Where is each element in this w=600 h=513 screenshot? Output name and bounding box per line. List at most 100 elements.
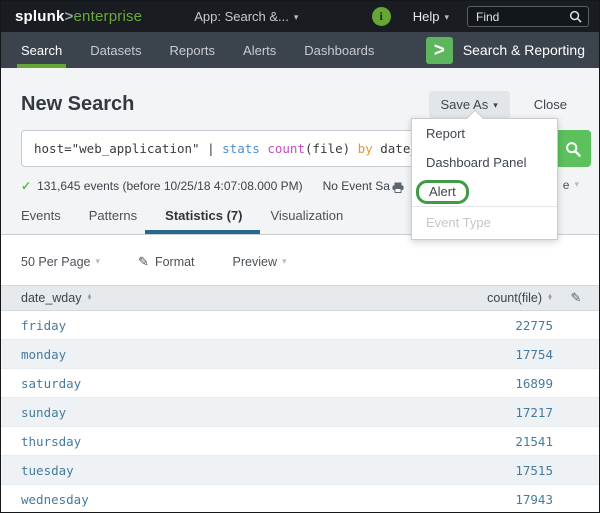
nav-item-search[interactable]: Search [7, 32, 76, 68]
event-sampling-menu[interactable]: No Event Sa [323, 179, 404, 193]
cell-count[interactable]: 17515 [277, 456, 553, 485]
chevron-down-icon: ▾ [294, 12, 299, 22]
column-header-edit[interactable]: ✎ [553, 286, 599, 311]
query-seg-plain: (file) [305, 141, 358, 156]
nav-item-dashboards[interactable]: Dashboards [290, 32, 388, 68]
cell-count[interactable]: 17754 [277, 340, 553, 369]
cell-date-wday[interactable]: thursday [1, 427, 277, 456]
cell-edit [553, 340, 599, 369]
splunk-logo[interactable]: splunk>enterprise [15, 8, 142, 25]
splunk-window: splunk>enterprise App: Search &...▾ i He… [0, 0, 600, 513]
per-page-menu[interactable]: 50 Per Page ▾ [21, 255, 100, 269]
close-button[interactable]: Close [534, 97, 567, 112]
chevron-down-icon: ▾ [493, 100, 498, 110]
search-icon[interactable] [569, 10, 582, 23]
query-seg-plain: host="web_application" | [34, 141, 222, 156]
tab-events[interactable]: Events [21, 197, 75, 234]
cell-date-wday[interactable]: tuesday [1, 456, 277, 485]
cell-date-wday[interactable]: wednesday [1, 485, 277, 513]
app-identity: > Search & Reporting [426, 32, 599, 68]
query-seg-modifier: by [358, 141, 373, 156]
nav-bar: Search Datasets Reports Alerts Dashboard… [1, 32, 599, 68]
save-as-dropdown: Report Dashboard Panel Alert Event Type [411, 118, 558, 240]
app-name: Search & Reporting [463, 42, 585, 58]
event-count-summary: 131,645 events (before 10/25/18 4:07:08.… [37, 179, 303, 193]
menu-item-report[interactable]: Report [412, 119, 557, 148]
cell-edit [553, 311, 599, 340]
sort-icon[interactable]: ▲▼ [86, 295, 92, 302]
preview-menu[interactable]: Preview ▾ [233, 255, 287, 269]
cell-count[interactable]: 22775 [277, 311, 553, 340]
search-icon [565, 141, 581, 157]
results-toolbar: 50 Per Page ▾ ✎Format Preview ▾ [1, 235, 599, 285]
app-icon[interactable]: > [426, 37, 453, 64]
sort-icon[interactable]: ▲▼ [547, 295, 553, 302]
search-mode-fragment: e [563, 178, 570, 192]
help-menu[interactable]: Help▾ [413, 9, 449, 24]
printer-icon[interactable] [392, 182, 404, 193]
table-row: friday 22775 [1, 311, 599, 340]
cell-count[interactable]: 17217 [277, 398, 553, 427]
chevron-down-icon: ▾ [282, 256, 287, 267]
cell-edit [553, 427, 599, 456]
cell-edit [553, 369, 599, 398]
topbar-right: i Help▾ [372, 6, 589, 27]
table-header-row: date_wday ▲▼ count(file) ▲▼ ✎ [1, 286, 599, 311]
pencil-icon: ✎ [138, 254, 149, 270]
cell-edit [553, 485, 599, 513]
cell-date-wday[interactable]: saturday [1, 369, 277, 398]
column-header-count-file[interactable]: count(file) ▲▼ [277, 286, 553, 311]
menu-item-alert[interactable]: Alert [412, 177, 557, 206]
save-as-label: Save As [441, 97, 489, 112]
table-row: wednesday 17943 [1, 485, 599, 513]
nav-item-datasets[interactable]: Datasets [76, 32, 155, 68]
check-icon: ✓ [21, 179, 31, 193]
nav-item-reports[interactable]: Reports [156, 32, 230, 68]
top-bar: splunk>enterprise App: Search &... ▾ i He… [1, 1, 599, 32]
table-row: monday 17754 [1, 340, 599, 369]
cell-date-wday[interactable]: friday [1, 311, 277, 340]
info-icon[interactable]: i [372, 7, 391, 26]
menu-item-dashboard-panel[interactable]: Dashboard Panel [412, 148, 557, 177]
cell-date-wday[interactable]: monday [1, 340, 277, 369]
table-row: sunday 17217 [1, 398, 599, 427]
cell-count[interactable]: 16899 [277, 369, 553, 398]
find-box [467, 6, 589, 27]
logo-brand: splunk [15, 8, 65, 25]
search-mode-menu[interactable]: e▾ [563, 178, 579, 192]
app-menu-label: App: Search &... [194, 9, 289, 24]
cell-date-wday[interactable]: sunday [1, 398, 277, 427]
column-header-date-wday[interactable]: date_wday ▲▼ [1, 286, 277, 311]
cell-edit [553, 456, 599, 485]
query-seg-function: count [267, 141, 305, 156]
column-label: count(file) [487, 291, 542, 305]
query-seg-command: stats [222, 141, 260, 156]
tab-statistics[interactable]: Statistics (7) [151, 197, 256, 234]
logo-product: enterprise [74, 8, 143, 25]
statistics-table: date_wday ▲▼ count(file) ▲▼ ✎ friday [1, 285, 599, 513]
tab-visualization[interactable]: Visualization [256, 197, 357, 234]
column-label: date_wday [21, 291, 81, 305]
tab-patterns[interactable]: Patterns [75, 197, 151, 234]
cell-count[interactable]: 21541 [277, 427, 553, 456]
run-search-button[interactable] [555, 130, 591, 167]
find-input[interactable] [474, 9, 569, 25]
nav-item-alerts[interactable]: Alerts [229, 32, 290, 68]
table-row: saturday 16899 [1, 369, 599, 398]
logo-caret: > [65, 8, 74, 25]
pencil-icon: ✎ [571, 290, 582, 306]
table-row: thursday 21541 [1, 427, 599, 456]
event-sampling-label: No Event Sa [323, 179, 390, 193]
chevron-down-icon: ▾ [574, 179, 579, 190]
table-row: tuesday 17515 [1, 456, 599, 485]
alert-highlight-ring: Alert [416, 180, 469, 204]
cell-count[interactable]: 17943 [277, 485, 553, 513]
format-button[interactable]: ✎Format [138, 254, 195, 270]
per-page-label: 50 Per Page [21, 255, 91, 269]
chevron-down-icon: ▾ [96, 256, 101, 267]
cell-edit [553, 398, 599, 427]
app-menu[interactable]: App: Search &... ▾ [194, 9, 298, 24]
page-title: New Search [21, 93, 429, 116]
preview-label: Preview [233, 255, 277, 269]
chevron-down-icon: ▾ [444, 12, 449, 22]
